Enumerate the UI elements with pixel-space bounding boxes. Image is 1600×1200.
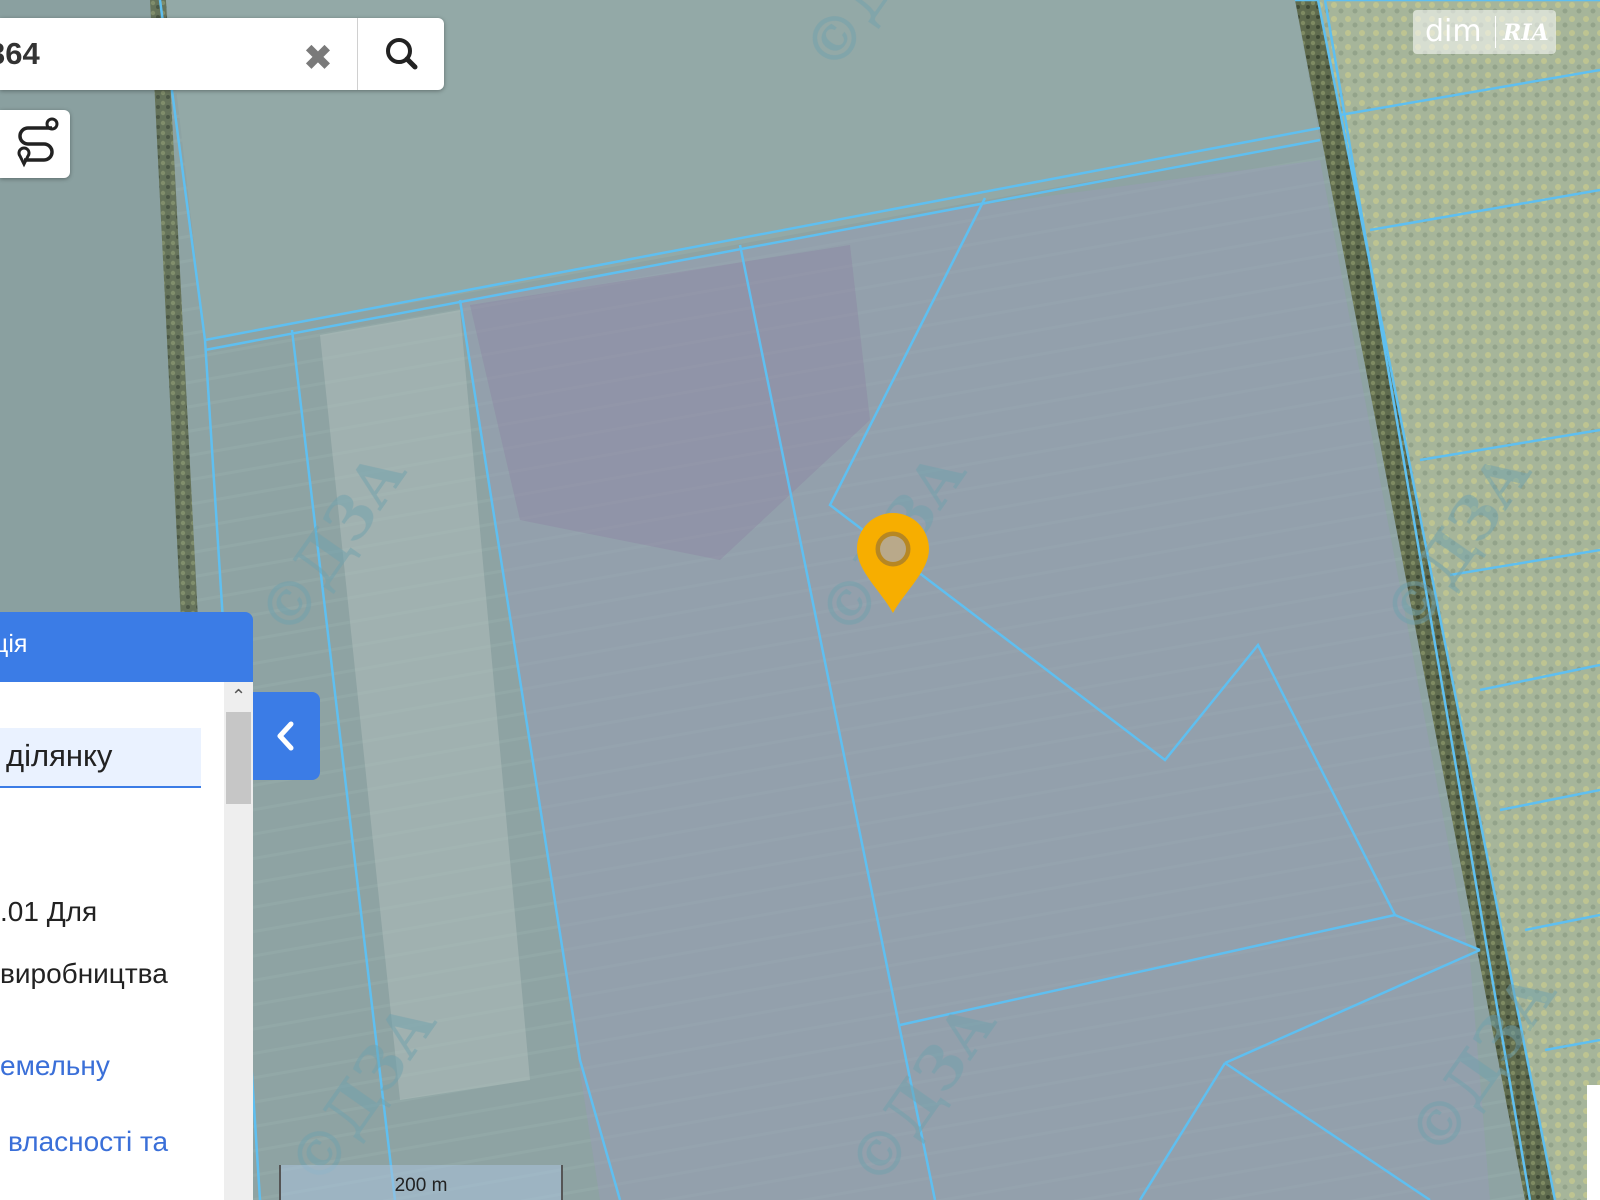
search-bar: ✖ xyxy=(0,18,444,90)
route-icon xyxy=(17,117,59,168)
search-button[interactable] xyxy=(358,18,444,90)
purpose-line-2: виробництва xyxy=(0,958,168,989)
panel-toggle-button[interactable] xyxy=(253,692,320,780)
close-icon[interactable]: ✖ xyxy=(296,36,340,80)
scroll-up-icon[interactable]: ⌃ xyxy=(224,684,253,708)
logo-separator xyxy=(1495,16,1496,48)
logo-text-ria: RIA xyxy=(1503,20,1549,46)
brand-logo: dim RIA xyxy=(1413,10,1556,54)
panel-link-1[interactable]: емельну xyxy=(0,1050,110,1082)
corner-overlay xyxy=(1587,1085,1600,1200)
chevron-left-icon xyxy=(277,721,294,751)
search-icon xyxy=(386,38,418,70)
logo-text-dim: dim xyxy=(1425,14,1482,49)
scale-label: 200 m xyxy=(394,1175,448,1196)
info-panel-header: ція xyxy=(0,612,253,682)
search-input[interactable] xyxy=(0,18,290,90)
purpose-line-1: .01 Для xyxy=(0,896,98,927)
route-button[interactable] xyxy=(0,110,70,178)
parcel-field[interactable]: ділянку xyxy=(0,728,201,788)
parcel-field-value: ділянку xyxy=(6,738,113,773)
panel-link-2[interactable]: власності та xyxy=(8,1126,168,1158)
scale-bar: 200 m xyxy=(279,1165,563,1200)
info-panel-title: ція xyxy=(0,630,28,658)
panel-scrollbar-thumb[interactable] xyxy=(226,712,251,804)
